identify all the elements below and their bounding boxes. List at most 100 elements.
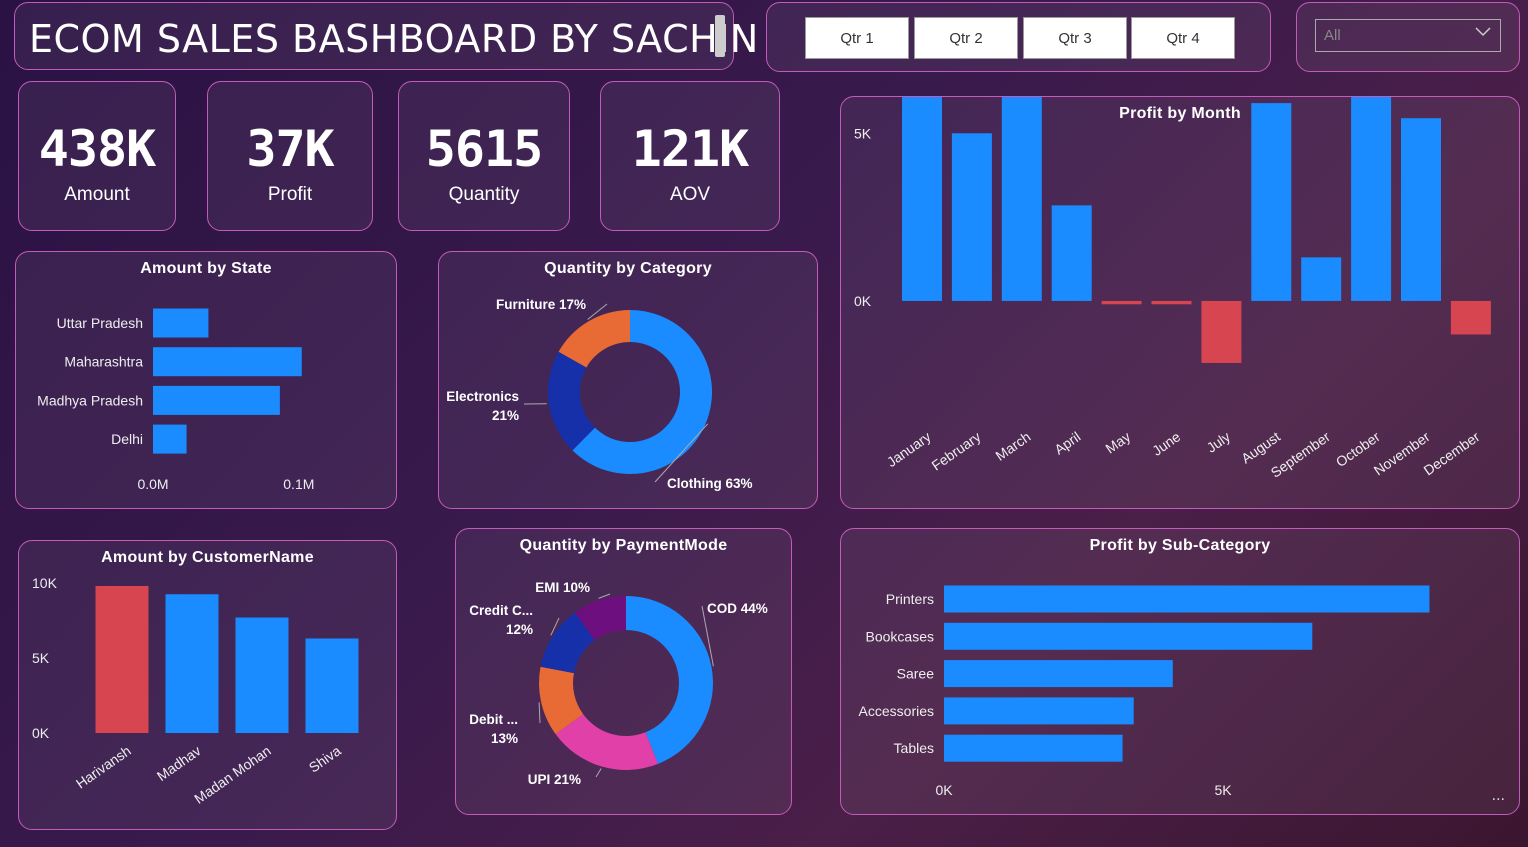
kpi-aov-label: AOV: [669, 184, 711, 205]
profit-by-month-chart: 0K 5K JanuaryFebruary March April May June July…: [854, 97, 1491, 481]
profit-by-subcategory-panel: Profit by Sub-Category Printers Bookcases…: [840, 528, 1520, 815]
month-label: February: [929, 428, 984, 473]
payment-data-label: 13%: [491, 731, 518, 746]
state-label: Maharashtra: [64, 354, 143, 370]
month-bar: [1101, 300, 1142, 305]
payment-data-label: COD 44%: [707, 601, 768, 616]
kpi-quantity-card: 5615 Quantity: [398, 81, 570, 231]
chevron-down-icon: [1474, 25, 1492, 43]
amount-by-state-panel: Amount by State Uttar Pradesh Maharashtra…: [15, 251, 397, 509]
quarter-slicer-panel: Qtr 1 Qtr 2 Qtr 3 Qtr 4: [766, 2, 1271, 72]
payment-data-label: EMI 10%: [535, 580, 590, 595]
month-bar: [1151, 300, 1192, 305]
subcat-label: Tables: [894, 740, 934, 756]
subcat-label: Saree: [897, 666, 935, 682]
state-label: Madhya Pradesh: [37, 392, 143, 408]
category-data-label: Electronics: [446, 389, 519, 404]
subcat-bar: [944, 697, 1134, 725]
kpi-quantity-label: Quantity: [448, 184, 520, 205]
customer-label: Madhav: [154, 742, 204, 784]
amount-by-state-chart: Uttar Pradesh Maharashtra Madhya Pradesh De…: [37, 308, 314, 492]
state-bar: [153, 347, 302, 377]
month-label: March: [992, 428, 1033, 463]
qtr4-button[interactable]: Qtr 4: [1131, 17, 1235, 59]
month-bar: [1001, 97, 1042, 301]
kpi-profit-label: Profit: [267, 184, 313, 205]
profit-by-month-panel: Profit by Month 0K 5K January February March…: [840, 96, 1520, 509]
month-tick: 0K: [854, 293, 872, 309]
state-label: Uttar Pradesh: [57, 315, 143, 331]
customer-bar: [235, 617, 289, 733]
subcat-label: Printers: [886, 591, 934, 607]
month-label: January: [884, 428, 934, 470]
all-dropdown[interactable]: All: [1315, 19, 1501, 52]
kpi-profit-value: 37K: [246, 120, 334, 178]
customer-label: Madan Mohan: [191, 742, 274, 806]
state-tick: 0.0M: [137, 476, 168, 492]
payment-data-label: 12%: [506, 622, 533, 637]
subcat-tick: 0K: [935, 782, 953, 798]
subcat-bar: [944, 585, 1430, 613]
customer-bar: [305, 638, 359, 733]
month-label: April: [1051, 428, 1083, 457]
qtr1-button[interactable]: Qtr 1: [805, 17, 909, 59]
quantity-by-category-chart: Clothing 63% Electronics 21% Furniture 17%: [446, 297, 753, 491]
customer-tick: 5K: [32, 650, 50, 666]
state-label: Delhi: [111, 431, 143, 447]
subcat-label: Bookcases: [866, 628, 934, 644]
state-slicer-panel: All: [1296, 2, 1520, 72]
kpi-aov-card: 121K AOV: [600, 81, 780, 231]
month-label: July: [1204, 428, 1234, 455]
kpi-quantity-value: 5615: [425, 120, 543, 178]
month-bar: [1301, 257, 1342, 301]
month-bar: [951, 133, 992, 301]
payment-leader: [538, 702, 541, 724]
dashboard-title: ECOM SALES BASHBOARD BY SACHIN: [29, 17, 759, 61]
dropdown-value: All: [1324, 27, 1341, 44]
month-bar: [1051, 205, 1092, 301]
month-bar: [1351, 97, 1392, 301]
kpi-amount-value: 438K: [38, 120, 156, 178]
quantity-by-payment-panel: Quantity by PaymentMode COD 44% UPI 21% De…: [455, 528, 792, 815]
customer-tick: 0K: [32, 725, 50, 741]
month-bar: [1450, 300, 1491, 335]
customer-bar: [165, 594, 219, 733]
title-panel: ECOM SALES BASHBOARD BY SACHIN: [14, 2, 758, 70]
month-label: June: [1149, 428, 1183, 459]
scroll-handle[interactable]: [715, 15, 725, 57]
state-bar: [153, 385, 280, 415]
month-bar: [1401, 118, 1441, 301]
kpi-profit-card: 37K Profit: [207, 81, 373, 231]
quantity-by-payment-chart: COD 44% UPI 21% Debit ... 13% Credit C... 12%…: [469, 580, 768, 787]
qtr2-button[interactable]: Qtr 2: [914, 17, 1018, 59]
month-bar: [902, 97, 942, 301]
month-bar: [1201, 300, 1242, 363]
more-options-label[interactable]: ...: [1492, 788, 1505, 804]
kpi-amount-card: 438K Amount: [18, 81, 176, 231]
amount-by-customer-panel: Amount by CustomerName 0K 5K 10K Harivansh M…: [18, 540, 397, 830]
customer-label: Shiva: [306, 742, 344, 775]
customer-tick: 10K: [32, 575, 58, 591]
state-tick: 0.1M: [283, 476, 314, 492]
month-bar: [1251, 103, 1292, 301]
category-data-label: Clothing 63%: [667, 476, 753, 491]
month-tick: 5K: [854, 125, 872, 141]
payment-leader: [595, 768, 602, 778]
qtr3-button[interactable]: Qtr 3: [1023, 17, 1127, 59]
category-data-label: Furniture 17%: [496, 297, 586, 312]
amount-by-customer-chart: 0K 5K 10K Harivansh MadhavMadan Mohan Shiva: [32, 575, 359, 807]
payment-data-label: Debit ...: [469, 712, 518, 727]
subcat-bar: [944, 622, 1313, 650]
subcat-bar: [944, 660, 1173, 688]
kpi-aov-value: 121K: [631, 120, 749, 178]
quantity-by-category-panel: Quantity by Category Clothing 63% Electro…: [438, 251, 818, 509]
month-label: December: [1421, 428, 1483, 478]
subcat-tick: 5K: [1214, 782, 1232, 798]
category-data-label: 21%: [492, 408, 519, 423]
state-bar: [153, 424, 187, 454]
payment-leader: [598, 593, 611, 599]
payment-data-label: UPI 21%: [528, 772, 581, 787]
profit-by-subcategory-chart: Printers Bookcases Saree Accessories Tables 0…: [859, 585, 1430, 798]
state-bar: [153, 308, 209, 338]
payment-data-label: Credit C...: [469, 603, 533, 618]
